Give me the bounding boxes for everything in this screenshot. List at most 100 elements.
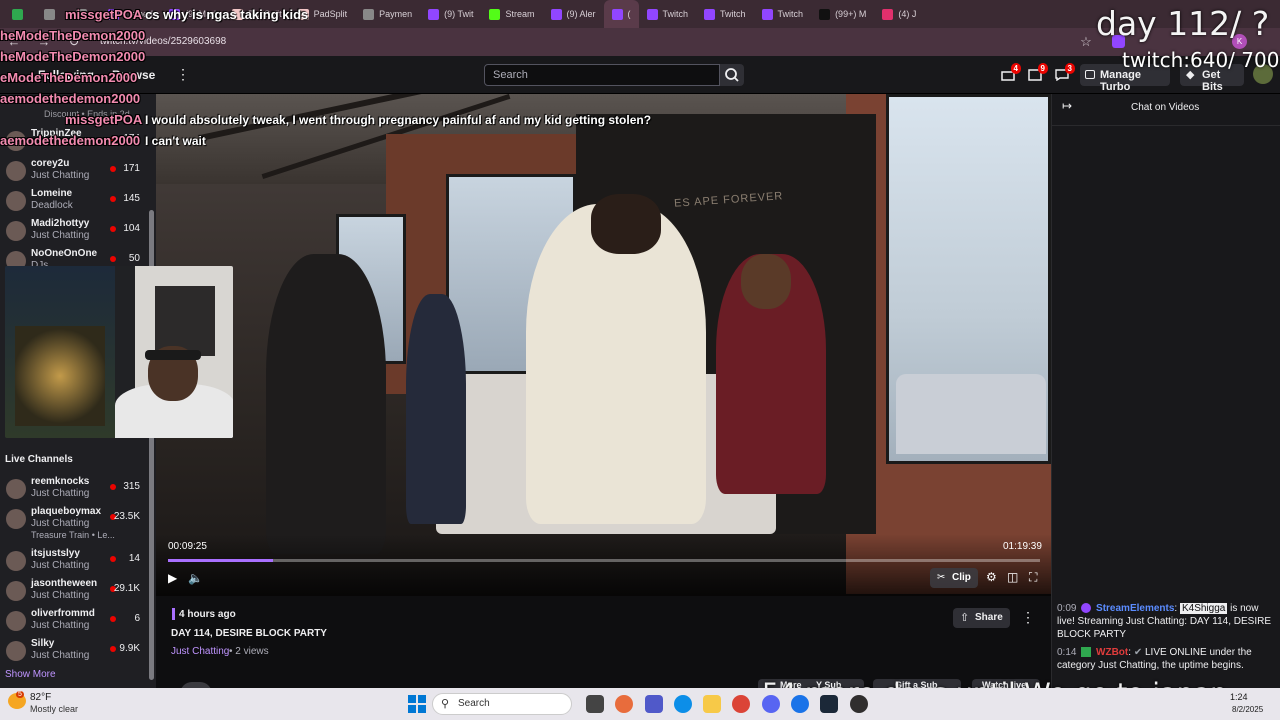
sidebar-channel[interactable]: corey2u Just Chatting 171 — [4, 157, 154, 187]
video-player[interactable]: ES APE FOREVER — [156, 94, 1051, 596]
overlay-chat-name: heModeTheDemon2000 — [0, 28, 146, 43]
viewer-count: 6 — [134, 613, 140, 624]
sidebar-channel[interactable]: itsjustslyy Just Chatting 14 — [4, 547, 154, 577]
whispers-badge: 3 — [1064, 63, 1075, 74]
channel-extra: Treasure Train • Le... — [31, 530, 115, 540]
time-total: 01:19:39 — [1003, 541, 1042, 552]
collapse-chat-icon[interactable]: ↦ — [1062, 99, 1072, 113]
live-dot-icon — [110, 484, 116, 490]
volume-icon[interactable]: 🔈 — [188, 571, 203, 585]
play-icon[interactable]: ▶ — [168, 571, 177, 585]
windows-start-icon[interactable] — [408, 695, 426, 718]
category-link[interactable]: Just Chatting — [171, 646, 229, 657]
seek-bar[interactable] — [168, 559, 1040, 562]
tab-favicon-icon — [44, 8, 55, 20]
chrome-profile-icon[interactable] — [791, 695, 809, 713]
channel-avatar — [6, 641, 26, 661]
fullscreen-icon[interactable]: ⛶ — [1029, 570, 1037, 585]
browser-tab[interactable]: Paymen — [355, 0, 420, 28]
settings-gear-icon[interactable]: ⚙ — [986, 570, 997, 584]
browser-tab[interactable]: Twitch — [639, 0, 697, 28]
browser-tab[interactable]: Twitch — [754, 0, 812, 28]
sidebar-channel[interactable]: oliverfrommd Just Chatting 6 — [4, 607, 154, 637]
bookmark-star-icon[interactable]: ☆ — [1078, 34, 1094, 50]
weather-icon[interactable]: 5 — [8, 691, 26, 709]
channel-category: Just Chatting — [31, 590, 90, 601]
weather-desc: Mostly clear — [30, 704, 79, 714]
browser-tab[interactable]: (4) J — [874, 0, 924, 28]
tab-favicon-icon — [12, 8, 23, 20]
browser-tab[interactable]: Twitch — [696, 0, 754, 28]
taskbar-search[interactable]: ⚲ Search — [432, 693, 572, 715]
channel-name: Madi2hottyy — [31, 218, 90, 229]
video-title: DAY 114, DESIRE BLOCK PARTY — [171, 628, 327, 639]
tab-label: (99+) M — [835, 9, 867, 19]
whispers-icon[interactable]: 3 — [1055, 63, 1075, 82]
show-more-link[interactable]: Show More — [5, 669, 56, 680]
windows-taskbar — [0, 688, 1280, 720]
channel-name: Silky — [31, 638, 55, 649]
weather-badge: 5 — [16, 691, 24, 698]
steam-icon[interactable] — [820, 695, 838, 713]
teams-icon[interactable] — [645, 695, 663, 713]
sidebar-channel[interactable]: reemknocks Just Chatting 315 — [4, 475, 154, 505]
browser-tab[interactable] — [4, 0, 36, 28]
theatre-mode-icon[interactable]: ◫ — [1007, 570, 1018, 584]
search-input[interactable]: Search — [484, 64, 720, 86]
more-options-icon[interactable]: ⋮ — [1021, 609, 1035, 626]
get-bits-label: Get Bits — [1202, 69, 1223, 93]
chat-timestamp: 0:14 — [1057, 647, 1077, 658]
webcam-overlay — [5, 266, 233, 438]
file-explorer-icon[interactable] — [703, 695, 721, 713]
viewer-count: 23.5K — [113, 511, 140, 522]
browser-tab[interactable]: Stream — [481, 0, 542, 28]
sidebar-channel[interactable]: Silky Just Chatting 9.9K — [4, 637, 154, 667]
manage-turbo-label: Manage Turbo — [1100, 69, 1141, 93]
copilot-icon[interactable] — [615, 695, 633, 713]
clip-label: Clip — [952, 572, 971, 583]
chat-username[interactable]: WZBot — [1096, 647, 1128, 658]
posted-time: 4 hours ago — [179, 609, 236, 620]
clip-button[interactable]: ✂ Clip — [930, 568, 978, 588]
sidebar-channel[interactable]: Lomeine Deadlock 145 — [4, 187, 154, 217]
channel-category: Just Chatting — [31, 170, 90, 181]
browser-tab[interactable]: (9) Aler — [543, 0, 604, 28]
viewer-count: 50 — [128, 253, 140, 264]
channel-category: Just Chatting — [31, 488, 90, 499]
tab-label: (9) Aler — [566, 9, 596, 19]
accent-bar — [172, 608, 175, 620]
tab-label: (9) Twit — [444, 9, 474, 19]
chat-username[interactable]: StreamElements — [1096, 603, 1174, 614]
sidebar-channel[interactable]: Madi2hottyy Just Chatting 104 — [4, 217, 154, 247]
chat-header: Chat on Videos — [1131, 102, 1200, 113]
task-view-icon[interactable] — [586, 695, 604, 713]
channel-category: Just Chatting — [31, 230, 90, 241]
search-icon — [725, 68, 739, 82]
taskbar-search-label: Search — [458, 698, 490, 709]
search-button[interactable] — [720, 64, 744, 86]
inbox-badge: 9 — [1037, 63, 1048, 74]
browser-tab[interactable]: (9) Twit — [420, 0, 481, 28]
live-dot-icon — [110, 616, 116, 622]
sidebar-channel[interactable]: jasontheween Just Chatting 29.1K — [4, 577, 154, 607]
chat-message: 0:14 WZBot: ✔ LIVE ONLINE under the cate… — [1057, 647, 1252, 671]
browser-tab[interactable]: (99+) M — [811, 0, 874, 28]
obs-icon[interactable] — [850, 695, 868, 713]
edge-icon[interactable] — [674, 695, 692, 713]
viewer-count: 171 — [123, 163, 140, 174]
prime-loot-icon[interactable]: 4 — [1001, 63, 1021, 81]
chat-mention[interactable]: K4Shigga — [1179, 603, 1228, 614]
channel-name: NoOneOnOne — [31, 248, 98, 259]
share-button[interactable]: ⇧ Share — [953, 608, 1010, 628]
tab-label: Twitch — [662, 9, 689, 19]
viewer-count: 9.9K — [119, 643, 140, 654]
more-dots-icon[interactable]: ⋮ — [176, 66, 190, 83]
channel-avatar — [6, 161, 26, 181]
sidebar-channel[interactable]: plaqueboymax Just Chatting 23.5K Treasure T… — [4, 505, 154, 540]
discord-icon[interactable] — [762, 695, 780, 713]
inbox-icon[interactable]: 9 — [1028, 63, 1048, 81]
channel-category: Deadlock — [31, 200, 73, 211]
chrome-icon[interactable] — [732, 695, 750, 713]
browser-tab[interactable] — [36, 0, 68, 28]
browser-tab[interactable]: ( — [603, 0, 639, 28]
